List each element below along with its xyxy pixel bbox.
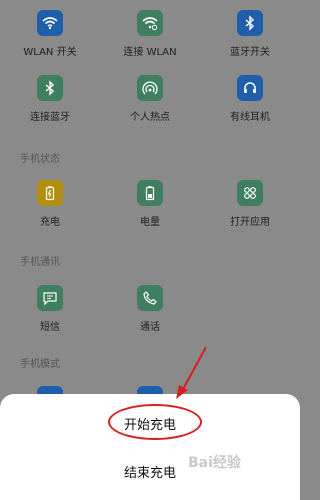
- message-icon: [37, 285, 63, 311]
- tile-bluetooth-switch[interactable]: 蓝牙开关: [205, 10, 295, 58]
- charging-icon: [37, 180, 63, 206]
- tile-wlan-switch[interactable]: WLAN 开关: [5, 10, 95, 58]
- tile-personal-hotspot[interactable]: 个人热点: [105, 75, 195, 123]
- section-title-phone-comm: 手机通讯: [20, 257, 60, 268]
- tile-label: WLAN 开关: [23, 47, 77, 58]
- tile-label: 连接 WLAN: [123, 47, 177, 58]
- tile-connect-bluetooth[interactable]: 连接蓝牙: [5, 75, 95, 123]
- hotspot-icon: [137, 75, 163, 101]
- section-title-phone-mode: 手机模式: [20, 359, 60, 370]
- tile-label: 电量: [140, 217, 160, 228]
- wifi-icon: [37, 10, 63, 36]
- wifi-connect-icon: [137, 10, 163, 36]
- headset-icon: [237, 75, 263, 101]
- tile-call[interactable]: 通话: [105, 285, 195, 333]
- tile-charging[interactable]: 充电: [5, 180, 95, 228]
- apps-icon: [237, 180, 263, 206]
- tile-wired-headset[interactable]: 有线耳机: [205, 75, 295, 123]
- highlight-ellipse: [108, 404, 202, 440]
- tile-label: 个人热点: [130, 112, 170, 123]
- tile-label: 有线耳机: [230, 112, 270, 123]
- battery-icon: [137, 180, 163, 206]
- tile-sms[interactable]: 短信: [5, 285, 95, 333]
- tile-label: 蓝牙开关: [230, 47, 270, 58]
- phone-icon: [137, 285, 163, 311]
- tile-connect-wlan[interactable]: 连接 WLAN: [105, 10, 195, 58]
- tile-label: 连接蓝牙: [30, 112, 70, 123]
- stop-charging-option[interactable]: 结束充电: [0, 462, 300, 481]
- tile-label: 通话: [140, 322, 160, 333]
- bluetooth-icon: [237, 10, 263, 36]
- section-title-phone-status: 手机状态: [20, 154, 60, 165]
- bluetooth-connect-icon: [37, 75, 63, 101]
- tile-battery[interactable]: 电量: [105, 180, 195, 228]
- annotation-arrow-icon: [176, 346, 207, 399]
- tile-label: 打开应用: [230, 217, 270, 228]
- tile-open-app[interactable]: 打开应用: [205, 180, 295, 228]
- tile-label: 充电: [40, 217, 60, 228]
- watermark: Bai经验: [188, 455, 241, 471]
- tile-label: 短信: [40, 322, 60, 333]
